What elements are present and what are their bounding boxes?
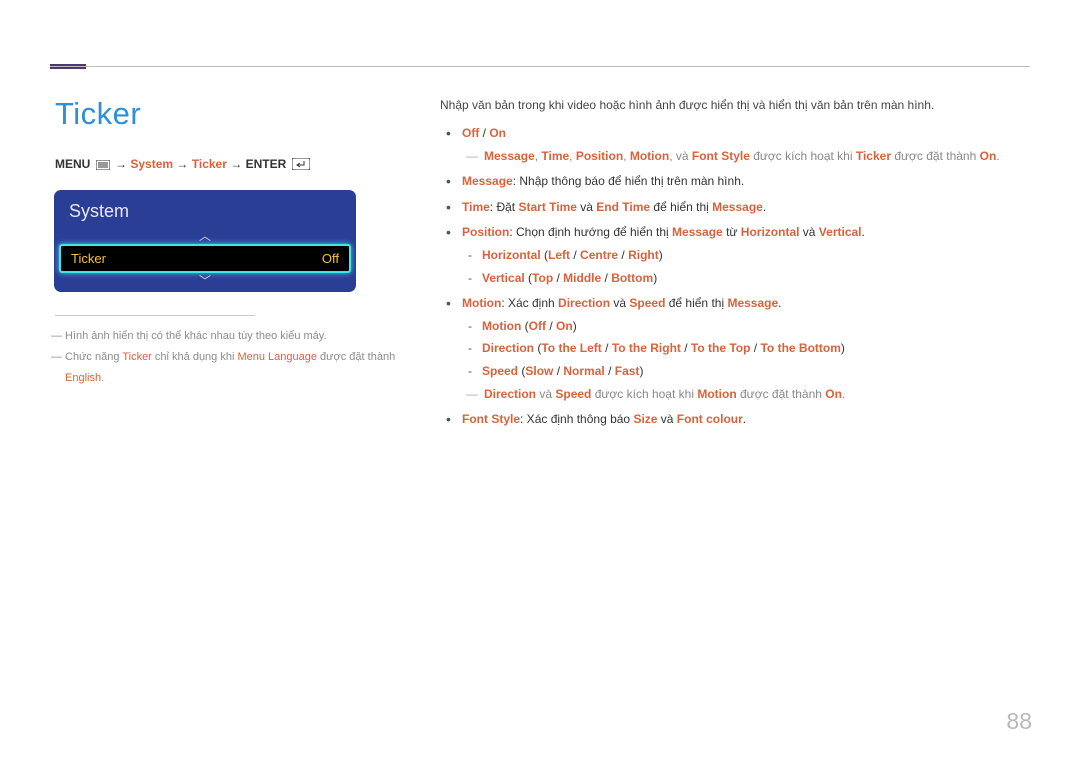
osd-row-label: Ticker <box>71 251 106 266</box>
menu-icon <box>96 159 110 173</box>
opt-motion-direction: Direction (To the Left / To the Right / … <box>482 339 1030 358</box>
opt-time: Time: Đặt Start Time và End Time để hiển… <box>460 198 1030 217</box>
note-activate-motion: Direction và Speed được kích hoạt khi Mo… <box>462 385 1030 404</box>
footnote-1: Hình ảnh hiển thị có thể khác nhau tùy t… <box>55 326 410 347</box>
path-system: System <box>130 157 173 171</box>
osd-title: System <box>55 191 355 228</box>
option-list: Off / On Message, Time, Position, Motion… <box>440 124 1030 429</box>
intro-text: Nhập văn bản trong khi video hoặc hình ả… <box>440 96 1030 114</box>
opt-motion: Motion: Xác định Direction và Speed để h… <box>460 294 1030 403</box>
enter-label: ENTER <box>246 157 287 171</box>
menu-path: MENU → System → Ticker → ENTER <box>55 157 410 173</box>
opt-position: Position: Chọn định hướng để hiển thị Me… <box>460 223 1030 287</box>
path-ticker: Ticker <box>192 157 227 171</box>
arrow: → <box>230 157 242 171</box>
arrow: → <box>176 157 188 171</box>
footnote-2: Chức năng Ticker chỉ khả dụng khi Menu L… <box>55 347 410 389</box>
osd-down-arrow: ﹀ <box>55 273 355 289</box>
page-title: Ticker <box>55 96 410 132</box>
opt-motion-speed: Speed (Slow / Normal / Fast) <box>482 362 1030 381</box>
osd-row-value: Off <box>322 251 339 266</box>
right-column: Nhập văn bản trong khi video hoặc hình ả… <box>440 96 1030 436</box>
osd-menu-preview: System ︿ Ticker Off ﹀ <box>55 191 355 291</box>
opt-off-on: Off / On Message, Time, Position, Motion… <box>460 124 1030 165</box>
opt-motion-toggle: Motion (Off / On) <box>482 317 1030 336</box>
osd-selected-row: Ticker Off <box>59 244 351 273</box>
arrow: → <box>115 157 127 171</box>
footnote-divider <box>55 315 255 316</box>
note-activate-ticker: Message, Time, Position, Motion, và Font… <box>462 147 1030 166</box>
enter-icon <box>292 158 310 173</box>
opt-message: Message: Nhập thông báo để hiển thị trên… <box>460 172 1030 191</box>
opt-font-style: Font Style: Xác định thông báo Size và F… <box>460 410 1030 429</box>
left-column: Ticker MENU → System → Ticker → ENTER Sy… <box>55 96 440 436</box>
page-content: Ticker MENU → System → Ticker → ENTER Sy… <box>55 96 1030 436</box>
page-number: 88 <box>1006 708 1032 735</box>
header-divider <box>50 66 1030 67</box>
opt-position-horizontal: Horizontal (Left / Centre / Right) <box>482 246 1030 265</box>
osd-up-arrow: ︿ <box>55 228 355 244</box>
opt-position-vertical: Vertical (Top / Middle / Bottom) <box>482 269 1030 288</box>
menu-label: MENU <box>55 157 90 171</box>
